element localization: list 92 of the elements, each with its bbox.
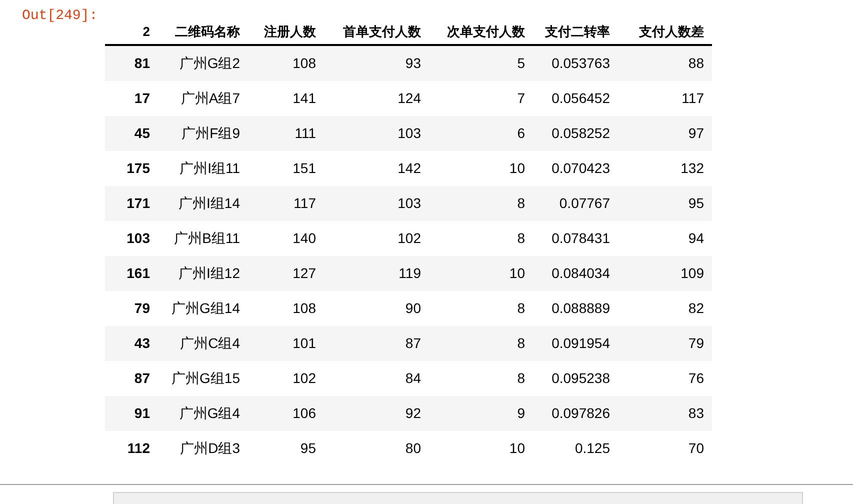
table-cell: 8 [517,334,525,350]
table-cell: 广州G组4 [179,404,240,420]
table-cell: 7 [517,90,525,106]
table-cell: 94 [688,230,704,246]
table-cell: 10 [509,440,525,456]
table-cell: 142 [398,160,421,176]
table-cell: 0.078431 [552,230,610,246]
table-cell: 广州I组11 [180,160,240,176]
row-index: 45 [134,124,150,140]
table-cell: 9 [517,404,525,420]
table-cell: 0.097826 [552,404,610,420]
table-cell: 95 [300,440,316,456]
table-cell: 109 [680,264,704,280]
table-cell: 广州G组2 [179,54,240,70]
table-cell: 83 [688,404,704,420]
table-cell: 0.088889 [552,300,610,316]
table-cell: 广州I组12 [178,264,240,280]
table-cell: 87 [405,334,421,350]
table-cell: 124 [398,90,421,106]
table-cell: 0.125 [574,440,610,456]
table-cell: 88 [688,54,704,70]
table-cell: 0.091954 [552,334,610,350]
table-cell: 92 [405,404,421,420]
table-cell: 111 [294,124,316,140]
table-cell: 102 [292,370,316,386]
row-index: 81 [134,54,150,70]
table-cell: 10 [509,264,525,280]
column-header: 次单支付人数 [447,24,525,38]
table-cell: 95 [688,194,704,210]
table-cell: 108 [292,54,316,70]
table-cell: 广州G组14 [172,300,240,316]
table-cell: 103 [398,124,421,140]
table-cell: 132 [680,160,704,176]
column-header: 2 [142,24,150,38]
table-cell: 广州G组15 [172,370,240,386]
table-cell: 5 [517,54,525,70]
column-header: 注册人数 [264,24,316,38]
table-cell: 广州C组4 [180,334,240,350]
table-cell: 0.058252 [552,124,610,140]
table-cell: 广州A组7 [180,90,240,106]
table-cell: 97 [688,124,704,140]
column-header: 二维码名称 [175,24,240,38]
table-cell: 76 [688,370,704,386]
table-cell: 127 [292,264,316,280]
row-index: 175 [126,160,150,176]
row-index: 91 [134,404,150,420]
row-index: 161 [126,264,150,280]
table-cell: 广州D组3 [180,440,240,456]
table-cell: 102 [398,230,421,246]
table-cell: 117 [682,90,704,106]
column-header: 支付二转率 [545,24,610,38]
table-cell: 0.07767 [559,194,610,210]
table-cell: 0.070423 [552,160,610,176]
table-cell: 106 [292,404,316,420]
table-cell: 84 [405,370,421,386]
row-index: 171 [126,194,150,210]
row-index: 43 [134,334,150,350]
table-cell: 117 [294,194,316,210]
table-cell: 10 [509,160,525,176]
table-cell: 90 [405,300,421,316]
table-cell: 79 [688,334,704,350]
table-cell: 8 [517,300,525,316]
table-cell: 108 [292,300,316,316]
table-cell: 广州I组14 [178,194,240,210]
table-cell: 103 [398,194,421,210]
table-cell: 广州F组9 [182,124,240,140]
table-cell: 70 [688,440,704,456]
table-cell: 82 [688,300,704,316]
table-cell: 93 [405,54,421,70]
table-cell: 0.056452 [552,90,610,106]
table-cell: 140 [292,230,316,246]
table-cell: 141 [292,90,316,106]
table-cell: 151 [292,160,316,176]
table-cell: 101 [292,334,316,350]
row-index: 17 [134,90,150,106]
table-cell: 119 [398,264,421,280]
row-index: 103 [126,230,150,246]
row-index: 87 [134,370,150,386]
table-cell: 8 [517,370,525,386]
table-cell: 0.095238 [552,370,610,386]
table-cell: 6 [517,124,525,140]
table-cell: 0.084034 [552,264,610,280]
row-index: 79 [134,300,150,316]
table-cell: 80 [405,440,421,456]
row-index: 112 [127,440,150,456]
column-header: 首单支付人数 [343,24,421,38]
table-cell: 广州B组11 [174,230,240,246]
output-prompt: Out[249]: [22,8,98,24]
table-cell: 0.053763 [552,54,610,70]
table-cell: 8 [517,230,525,246]
column-header: 支付人数差 [639,24,704,38]
table-cell: 8 [517,194,525,210]
